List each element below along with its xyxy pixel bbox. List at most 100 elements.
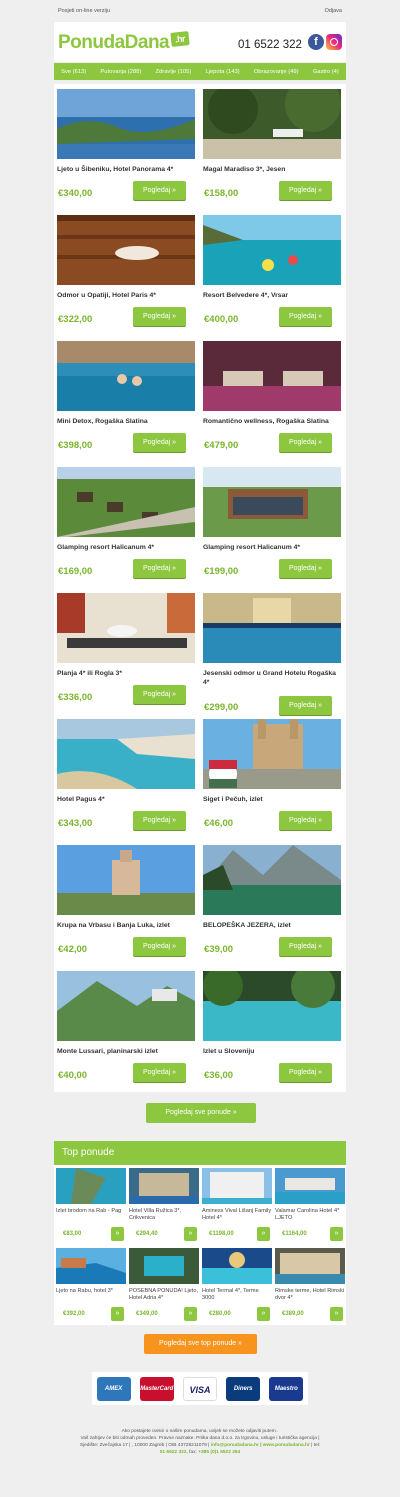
top-offer-button[interactable]: » (184, 1227, 197, 1241)
top-offer-image[interactable] (202, 1168, 272, 1204)
offer-image[interactable] (203, 971, 341, 1041)
top-offer-image[interactable] (56, 1168, 126, 1204)
offer-image[interactable] (203, 845, 341, 915)
offer-card[interactable]: Mini Detox, Rogaška Slatina €398,00 Pogl… (54, 336, 195, 456)
unsubscribe-link[interactable]: Odjava (325, 8, 342, 14)
footer-fax[interactable]: +385 (0)1 6522 264 (198, 1450, 240, 1455)
footer-site-link[interactable]: www.ponudadana.hr (263, 1443, 310, 1448)
top-offer-button[interactable]: » (184, 1307, 197, 1321)
phone-number[interactable]: 01 6522 322 (238, 39, 302, 51)
offer-card[interactable]: Odmor u Opatiji, Hotel Paris 4* €322,00 … (54, 210, 195, 330)
offer-price: €199,00 (204, 566, 239, 577)
top-offer-price: €1198,00 (209, 1231, 234, 1237)
offer-card[interactable]: Glamping resort Halicanum 4* €199,00 Pog… (200, 462, 341, 582)
offer-card[interactable]: BELOPEŠKA JEZERA, izlet €39,00 Pogledaj … (200, 840, 341, 960)
top-offer-card[interactable]: Hotel Termal 4*, Terme 3000 €280,00 » (200, 1245, 272, 1321)
view-all-offers-button[interactable]: Pogledaj sve ponude » (146, 1103, 256, 1123)
offer-card[interactable]: Siget i Pečuh, izlet €46,00 Pogledaj » (200, 714, 341, 834)
top-offer-button[interactable]: » (330, 1227, 343, 1241)
offer-card[interactable]: Hotel Pagus 4* €343,00 Pogledaj » (54, 714, 195, 834)
top-offer-card[interactable]: Rimske terme, Hotel Rimski dvor 4* €389,… (273, 1245, 345, 1321)
offer-image[interactable] (57, 215, 195, 285)
view-offer-button[interactable]: Pogledaj » (279, 811, 332, 830)
facebook-icon[interactable]: f (308, 34, 324, 50)
offer-image[interactable] (203, 215, 341, 285)
offer-card[interactable]: Monte Lussari, planinarski izlet €40,00 … (54, 966, 195, 1086)
view-offer-button[interactable]: Pogledaj » (279, 937, 332, 956)
view-offer-button[interactable]: Pogledaj » (279, 1063, 332, 1082)
offer-image[interactable] (203, 467, 341, 537)
offer-card[interactable]: Glamping resort Halicanum 4* €169,00 Pog… (54, 462, 195, 582)
offer-title: BELOPEŠKA JEZERA, izlet (203, 922, 291, 929)
offer-image[interactable] (203, 89, 341, 159)
offer-image[interactable] (57, 971, 195, 1041)
offer-image[interactable] (57, 89, 195, 159)
offer-image[interactable] (57, 593, 195, 663)
logo[interactable]: PonudaDana .hr (58, 31, 190, 54)
view-offer-button[interactable]: Pogledaj » (133, 685, 186, 704)
nav-item-ljepota[interactable]: Ljepota (143) (205, 69, 239, 75)
visa-icon: VISA (182, 1376, 217, 1401)
footer-email-link[interactable]: info@ponudadana.hr (211, 1443, 259, 1448)
top-offer-card[interactable]: Hotel Villa Ružica 3*, Crikvenica €294,4… (127, 1165, 199, 1241)
offer-price: €398,00 (58, 440, 93, 451)
offer-price: €340,00 (58, 188, 93, 199)
top-offer-image[interactable] (275, 1168, 345, 1204)
offer-image[interactable] (57, 341, 195, 411)
top-offer-image[interactable] (129, 1248, 199, 1284)
top-offer-image[interactable] (56, 1248, 126, 1284)
top-offer-card[interactable]: Aminess Vival Lišanj Family Hotel 4* €11… (200, 1165, 272, 1241)
nav-item-gastro[interactable]: Gastro (4) (313, 69, 339, 75)
top-offer-button[interactable]: » (257, 1227, 270, 1241)
offer-image[interactable] (57, 845, 195, 915)
offer-price: €40,00 (58, 1070, 88, 1081)
view-offer-button[interactable]: Pogledaj » (133, 433, 186, 452)
offer-card[interactable]: Magal Maradiso 3*, Jesen €158,00 Pogleda… (200, 84, 341, 204)
top-offer-button[interactable]: » (111, 1307, 124, 1321)
offer-image[interactable] (57, 467, 195, 537)
top-offer-card[interactable]: Izlet brodom na Rab - Pag €83,00 » (54, 1165, 126, 1241)
view-offer-button[interactable]: Pogledaj » (279, 181, 332, 200)
logo-tld: .hr (170, 31, 190, 47)
top-offer-image[interactable] (202, 1248, 272, 1284)
nav-item-obrazovanje[interactable]: Obrazovanje (49) (254, 69, 299, 75)
view-offer-button[interactable]: Pogledaj » (279, 433, 332, 452)
offer-card[interactable]: Krupa na Vrbasu i Banja Luka, izlet €42,… (54, 840, 195, 960)
offer-image[interactable] (203, 341, 341, 411)
top-offer-card[interactable]: POSEBNA PONUDA! Ljeto, Hotel Adria 4* €3… (127, 1245, 199, 1321)
offer-card[interactable]: Izlet u Sloveniju €36,00 Pogledaj » (200, 966, 341, 1086)
nav-item-putovanja[interactable]: Putovanja (288) (100, 69, 141, 75)
nav-item-sve[interactable]: Sve (613) (61, 69, 86, 75)
view-offer-button[interactable]: Pogledaj » (133, 1063, 186, 1082)
offer-image[interactable] (203, 719, 341, 789)
top-offer-button[interactable]: » (330, 1307, 343, 1321)
offer-card[interactable]: Romantično wellness, Rogaška Slatina €47… (200, 336, 341, 456)
view-offer-button[interactable]: Pogledaj » (133, 937, 186, 956)
view-offer-button[interactable]: Pogledaj » (133, 811, 186, 830)
top-offer-image[interactable] (275, 1248, 345, 1284)
view-offer-button[interactable]: Pogledaj » (279, 696, 332, 715)
view-offer-button[interactable]: Pogledaj » (279, 307, 332, 326)
footer-phone[interactable]: 01 6522 322, (160, 1450, 188, 1455)
view-offer-button[interactable]: Pogledaj » (279, 559, 332, 578)
view-offer-button[interactable]: Pogledaj » (133, 307, 186, 326)
online-version-link[interactable]: Posjeti on-line verziju (58, 8, 110, 14)
offer-card[interactable]: Ljeto u Šibeniku, Hotel Panorama 4* €340… (54, 84, 195, 204)
view-all-top-offers-button[interactable]: Pogledaj sve top ponude » (144, 1334, 257, 1354)
nav-item-zdravlje[interactable]: Zdravlje (105) (156, 69, 192, 75)
offer-image[interactable] (57, 719, 195, 789)
instagram-icon[interactable] (326, 34, 342, 50)
top-offer-card[interactable]: Ljeto na Rabu, hotel 3* €392,00 » (54, 1245, 126, 1321)
view-offer-button[interactable]: Pogledaj » (133, 559, 186, 578)
offer-card[interactable]: Planja 4* ili Rogla 3* €336,00 Pogledaj … (54, 588, 195, 708)
offer-card[interactable]: Jesenski odmor u Grand Hotelu Rogaška 4*… (200, 588, 341, 715)
top-offer-button[interactable]: » (257, 1307, 270, 1321)
view-offer-button[interactable]: Pogledaj » (133, 181, 186, 200)
top-offer-price: €280,00 (209, 1311, 231, 1317)
offer-card[interactable]: Resort Belvedere 4*, Vrsar €400,00 Pogle… (200, 210, 341, 330)
top-offer-card[interactable]: Valamar Carolina Hotel 4* LJETO €1164,00… (273, 1165, 345, 1241)
top-offer-button[interactable]: » (111, 1227, 124, 1241)
offer-image[interactable] (203, 593, 341, 663)
offer-price: €42,00 (58, 944, 88, 955)
top-offer-image[interactable] (129, 1168, 199, 1204)
